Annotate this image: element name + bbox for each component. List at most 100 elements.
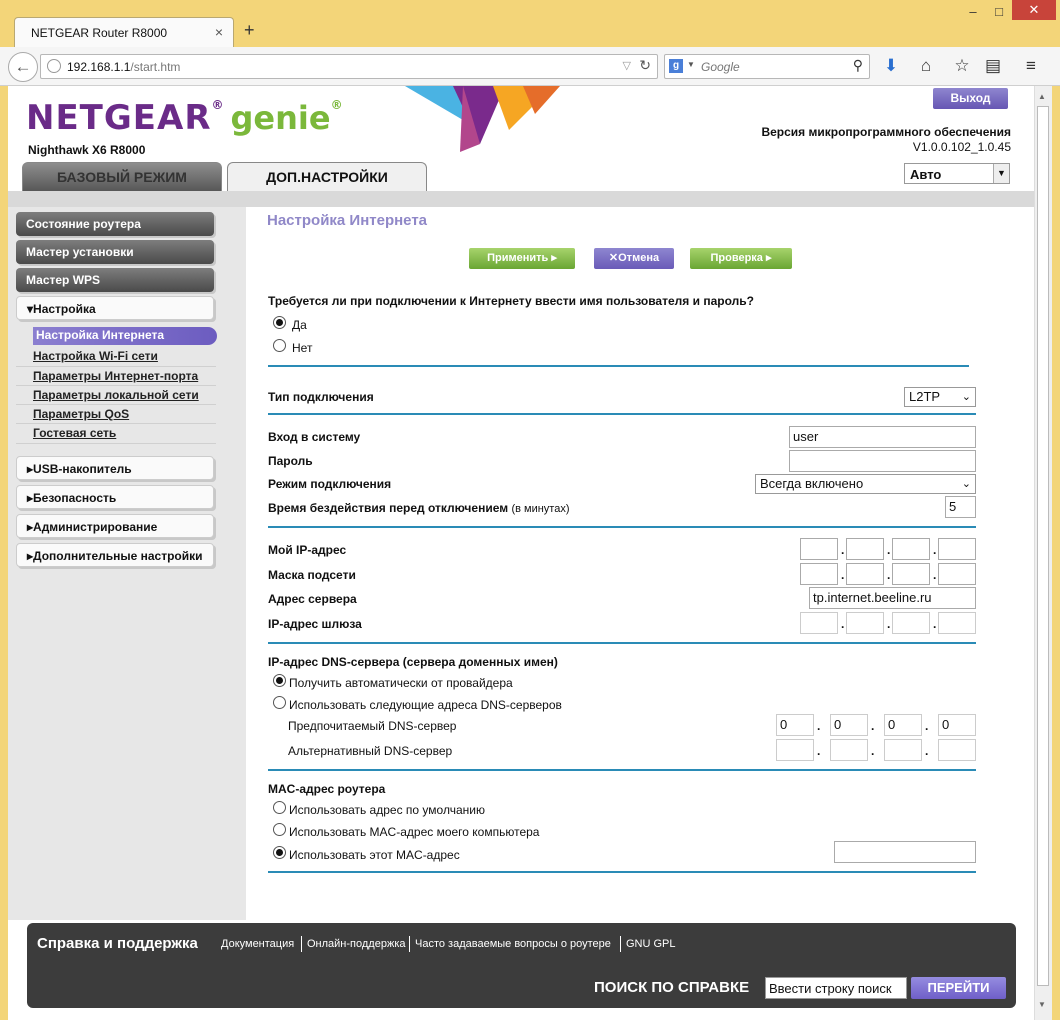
- gateway-octet-4[interactable]: [938, 612, 976, 634]
- my-ip-octet-4[interactable]: [938, 538, 976, 560]
- home-icon[interactable]: ⌂: [915, 56, 937, 76]
- firmware-label: Версия микропрограммного обеспечения: [761, 125, 1011, 139]
- ip-dot: .: [933, 543, 937, 557]
- new-tab-icon[interactable]: +: [244, 20, 255, 41]
- language-select[interactable]: Авто ▼: [904, 163, 1010, 184]
- url-dropdown-icon[interactable]: ▽: [623, 59, 631, 72]
- sidebar-subitem-guest[interactable]: Гостевая сеть: [33, 426, 116, 440]
- ip-dot: .: [817, 719, 821, 733]
- radio-dns-auto-label: Получить автоматически от провайдера: [289, 676, 513, 690]
- sidebar-item-router-status[interactable]: Состояние роутера: [16, 212, 214, 236]
- bookmarks-list-icon[interactable]: ▤: [982, 56, 1004, 76]
- divider: [16, 423, 216, 424]
- link-documentation[interactable]: Документация: [221, 938, 294, 950]
- my-ip-octet-2[interactable]: [846, 538, 884, 560]
- sidebar-item-admin[interactable]: ▸Администрирование: [16, 514, 214, 538]
- dns-primary-octet-2[interactable]: 0: [830, 714, 868, 736]
- my-ip-octet-1[interactable]: [800, 538, 838, 560]
- test-button[interactable]: Проверка ▸: [690, 248, 792, 269]
- subnet-octet-1[interactable]: [800, 563, 838, 585]
- divider: [409, 936, 410, 952]
- minimize-icon[interactable]: –: [960, 4, 986, 22]
- radio-dns-manual[interactable]: [273, 696, 286, 709]
- scroll-up-icon[interactable]: ▲: [1038, 92, 1046, 101]
- radio-no[interactable]: [273, 339, 286, 352]
- browser-tab[interactable]: NETGEAR Router R8000 ×: [14, 17, 234, 47]
- sidebar-subitem-internet-port[interactable]: Параметры Интернет-порта: [33, 369, 198, 383]
- connection-type-select[interactable]: L2TP ⌄: [904, 387, 976, 407]
- download-icon[interactable]: ⬇: [880, 56, 902, 76]
- server-input[interactable]: tp.internet.beeline.ru: [809, 587, 976, 609]
- login-question: Требуется ли при подключении к Интернету…: [268, 294, 754, 308]
- radio-mac-default[interactable]: [273, 801, 286, 814]
- ip-dot: .: [887, 568, 891, 582]
- tab-basic[interactable]: БАЗОВЫЙ РЕЖИМ: [22, 162, 222, 192]
- radio-dns-auto[interactable]: [273, 674, 286, 687]
- link-gnu-gpl[interactable]: GNU GPL: [626, 938, 676, 950]
- ip-dot: .: [925, 744, 929, 758]
- dns-primary-octet-4[interactable]: 0: [938, 714, 976, 736]
- help-search-input[interactable]: Ввести строку поиск: [765, 977, 907, 999]
- menu-icon[interactable]: ≡: [1020, 56, 1042, 76]
- url-bar[interactable]: 192.168.1.1/start.htm ▽ ↻: [40, 54, 658, 79]
- sidebar-item-usb[interactable]: ▸USB-накопитель: [16, 456, 214, 480]
- reload-icon[interactable]: ↻: [639, 57, 651, 74]
- google-icon[interactable]: g: [669, 59, 683, 73]
- subnet-octet-4[interactable]: [938, 563, 976, 585]
- sidebar-item-setup-wizard[interactable]: Мастер установки: [16, 240, 214, 264]
- idle-input[interactable]: 5: [945, 496, 976, 518]
- radio-mac-computer[interactable]: [273, 823, 286, 836]
- connection-type-label: Тип подключения: [268, 390, 374, 404]
- mac-address-input[interactable]: [834, 841, 976, 863]
- dns-secondary-octet-1[interactable]: [776, 739, 814, 761]
- help-search-go-button[interactable]: ПЕРЕЙТИ: [911, 977, 1006, 999]
- search-icon[interactable]: ⚲: [853, 57, 863, 74]
- restore-icon[interactable]: □: [986, 4, 1012, 22]
- sidebar-item-security[interactable]: ▸Безопасность: [16, 485, 214, 509]
- tab-advanced[interactable]: ДОП.НАСТРОЙКИ: [227, 162, 427, 192]
- dns-secondary-octet-2[interactable]: [830, 739, 868, 761]
- ip-dot: .: [871, 719, 875, 733]
- link-online-support[interactable]: Онлайн-поддержка: [307, 938, 405, 950]
- radio-mac-this[interactable]: [273, 846, 286, 859]
- engine-dropdown-icon[interactable]: ▼: [687, 60, 695, 69]
- netgear-genie-logo: NETGEAR® genie®: [26, 98, 344, 138]
- browser-navbar: ← 192.168.1.1/start.htm ▽ ↻ g ▼ Google ⚲…: [0, 47, 1060, 86]
- tab-close-icon[interactable]: ×: [215, 24, 223, 40]
- sidebar-subitem-qos[interactable]: Параметры QoS: [33, 407, 129, 421]
- divider: [16, 443, 216, 444]
- gateway-octet-2[interactable]: [846, 612, 884, 634]
- search-bar[interactable]: g ▼ Google ⚲: [664, 54, 870, 79]
- dns-primary-octet-3[interactable]: 0: [884, 714, 922, 736]
- apply-button[interactable]: Применить ▸: [469, 248, 575, 269]
- sidebar-item-setup[interactable]: ▾Настройка: [16, 296, 214, 320]
- dns-secondary-octet-4[interactable]: [938, 739, 976, 761]
- conn-mode-label: Режим подключения: [268, 477, 392, 491]
- dns-primary-octet-1[interactable]: 0: [776, 714, 814, 736]
- sidebar-subitem-internet-setup[interactable]: Настройка Интернета: [33, 327, 217, 345]
- gateway-octet-1[interactable]: [800, 612, 838, 634]
- sidebar-subitem-wifi[interactable]: Настройка Wi-Fi сети: [33, 349, 158, 363]
- radio-yes[interactable]: [273, 316, 286, 329]
- ip-dot: .: [887, 617, 891, 631]
- subnet-octet-2[interactable]: [846, 563, 884, 585]
- window-close-icon[interactable]: ✕: [1012, 0, 1056, 20]
- radio-mac-default-label: Использовать адрес по умолчанию: [289, 803, 485, 817]
- cancel-button[interactable]: ✕Отмена: [594, 248, 674, 269]
- sidebar-item-wps-wizard[interactable]: Мастер WPS: [16, 268, 214, 292]
- scroll-down-icon[interactable]: ▼: [1038, 1000, 1046, 1009]
- conn-mode-select[interactable]: Всегда включено ⌄: [755, 474, 976, 494]
- login-input[interactable]: user: [789, 426, 976, 448]
- scrollbar-thumb[interactable]: [1037, 106, 1049, 986]
- back-arrow-icon[interactable]: ←: [8, 52, 38, 82]
- password-input[interactable]: [789, 450, 976, 472]
- dns-secondary-octet-3[interactable]: [884, 739, 922, 761]
- logout-button[interactable]: Выход: [933, 88, 1008, 109]
- link-faq[interactable]: Часто задаваемые вопросы о роутере: [415, 938, 611, 950]
- sidebar-item-advanced[interactable]: ▸Дополнительные настройки: [16, 543, 214, 567]
- my-ip-octet-3[interactable]: [892, 538, 930, 560]
- subnet-octet-3[interactable]: [892, 563, 930, 585]
- bookmark-star-icon[interactable]: ☆: [951, 56, 973, 76]
- gateway-octet-3[interactable]: [892, 612, 930, 634]
- sidebar-subitem-lan[interactable]: Параметры локальной сети: [33, 388, 199, 402]
